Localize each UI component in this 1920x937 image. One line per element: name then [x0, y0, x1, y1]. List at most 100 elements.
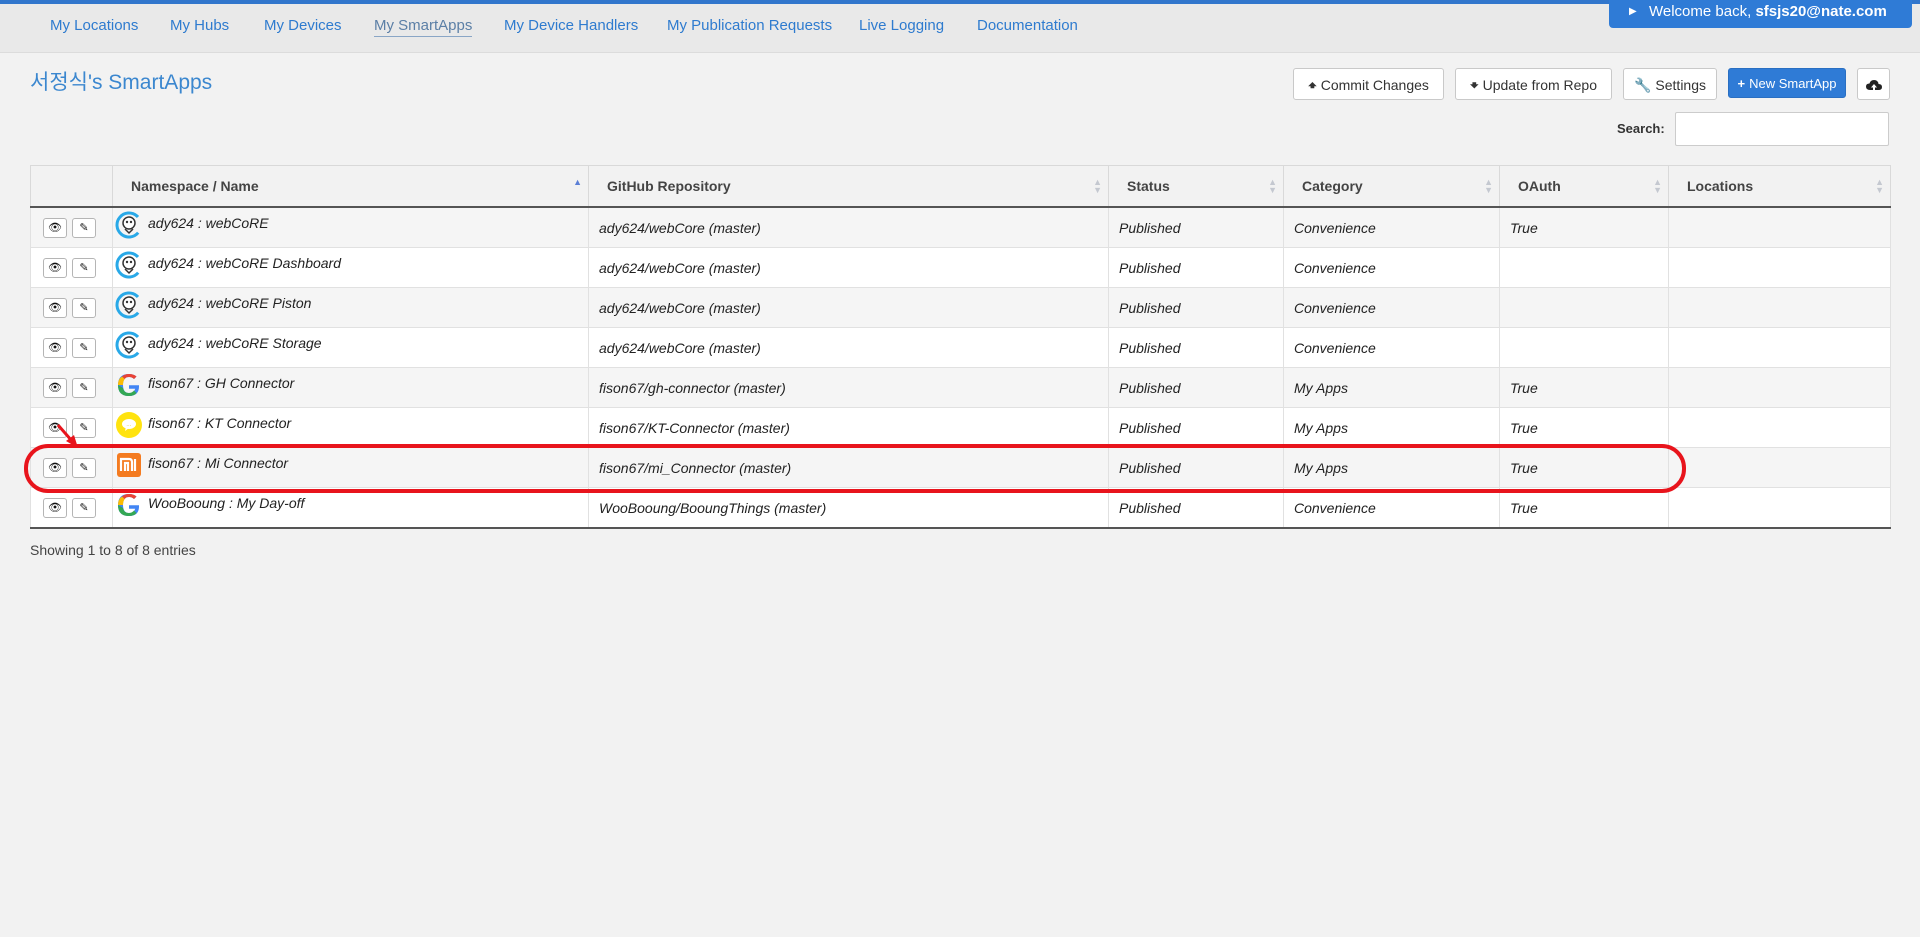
- col-header-locations-label: Locations: [1687, 178, 1754, 194]
- edit-icon[interactable]: ✎: [72, 257, 96, 278]
- nav-my-smartapps[interactable]: My SmartApps: [374, 17, 473, 37]
- view-eye-icon[interactable]: 👁: [43, 257, 67, 278]
- view-eye-icon[interactable]: 👁: [43, 337, 67, 358]
- edit-icon[interactable]: ✎: [72, 377, 96, 398]
- edit-icon[interactable]: ✎: [72, 417, 96, 438]
- table-row: 👁 ✎ ady624 : webCoRE Piston ady624/webCore …: [30, 287, 1891, 328]
- nav-documentation[interactable]: Documentation: [977, 17, 1078, 34]
- page-title: 서정식's SmartApps: [30, 71, 213, 94]
- col-header-name[interactable]: Namespace / Name ▲: [112, 165, 589, 208]
- col-header-locations[interactable]: Locations ▲ ▼: [1668, 165, 1891, 208]
- cell-category: Convenience: [1283, 487, 1500, 529]
- view-eye-icon[interactable]: 👁: [43, 297, 67, 318]
- cell-category: Convenience: [1283, 327, 1500, 368]
- cell-status: Published: [1108, 447, 1284, 488]
- cell-status: Published: [1108, 206, 1284, 248]
- commit-changes-button[interactable]: 🠹 Commit Changes: [1293, 68, 1444, 100]
- col-header-category-label: Category: [1302, 178, 1363, 194]
- view-eye-icon[interactable]: 👁: [43, 417, 67, 438]
- app-name-link[interactable]: ady624 : webCoRE Storage: [148, 335, 322, 351]
- cell-status: Published: [1108, 487, 1284, 529]
- xiaomi-logo-icon: [115, 451, 143, 479]
- cell-locations: [1668, 407, 1891, 448]
- cell-status: Published: [1108, 287, 1284, 328]
- search-input[interactable]: [1675, 112, 1889, 146]
- app-name-link[interactable]: ady624 : webCoRE Piston: [148, 295, 311, 311]
- row-actions: 👁 ✎: [30, 247, 113, 288]
- view-eye-icon[interactable]: 👁: [43, 457, 67, 478]
- cell-category: My Apps: [1283, 407, 1500, 448]
- view-eye-icon[interactable]: 👁: [43, 497, 67, 518]
- cell-category: Convenience: [1283, 247, 1500, 288]
- chat-bubble-logo-icon: …: [115, 411, 143, 439]
- nav-my-locations[interactable]: My Locations: [50, 17, 138, 34]
- cell-status: Published: [1108, 367, 1284, 408]
- cell-oauth: [1499, 327, 1669, 368]
- cell-repo: ady624/webCore (master): [588, 206, 1109, 248]
- cloud-upload-button[interactable]: [1857, 68, 1890, 100]
- table-row: 👁 ✎ … fison67 : KT Connector fison67/KT-Conn…: [30, 407, 1891, 448]
- cell-category: Convenience: [1283, 287, 1500, 328]
- update-from-repo-button[interactable]: 🠻 Update from Repo: [1455, 68, 1612, 100]
- table-row: 👁 ✎ ady624 : webCoRE ady624/webCore (master…: [30, 206, 1891, 248]
- table-body: 👁 ✎ ady624 : webCoRE ady624/webCore (master…: [30, 206, 1891, 529]
- app-name-link[interactable]: fison67 : KT Connector: [148, 415, 291, 431]
- app-name-link[interactable]: WooBooung : My Day-off: [148, 495, 304, 511]
- nav-live-logging[interactable]: Live Logging: [859, 17, 944, 34]
- col-header-category[interactable]: Category ▲ ▼: [1283, 165, 1500, 208]
- app-name-link[interactable]: fison67 : GH Connector: [148, 375, 294, 391]
- edit-icon[interactable]: ✎: [72, 497, 96, 518]
- nav-my-hubs[interactable]: My Hubs: [170, 17, 229, 34]
- update-from-repo-label: Update from Repo: [1482, 77, 1598, 93]
- cell-category: My Apps: [1283, 447, 1500, 488]
- plus-icon: +: [1737, 76, 1746, 91]
- col-header-status[interactable]: Status ▲ ▼: [1108, 165, 1284, 208]
- cell-name: ady624 : webCoRE Piston: [112, 287, 589, 328]
- col-header-oauth-label: OAuth: [1518, 178, 1561, 194]
- sort-both-icon: ▲ ▼: [1484, 177, 1493, 195]
- col-header-status-label: Status: [1127, 178, 1170, 194]
- settings-button[interactable]: 🔧 Settings: [1623, 68, 1717, 100]
- col-header-repo-label: GitHub Repository: [607, 178, 731, 194]
- settings-label: Settings: [1655, 77, 1707, 93]
- cell-locations: [1668, 206, 1891, 248]
- app-name-link[interactable]: ady624 : webCoRE Dashboard: [148, 255, 341, 271]
- edit-icon[interactable]: ✎: [72, 457, 96, 478]
- row-actions: 👁 ✎: [30, 287, 113, 328]
- actions-header: [30, 165, 113, 208]
- col-header-oauth[interactable]: OAuth ▲ ▼: [1499, 165, 1669, 208]
- new-smartapp-label: New SmartApp: [1749, 76, 1837, 91]
- welcome-user: sfsjs20@nate.com: [1755, 3, 1887, 20]
- view-eye-icon[interactable]: 👁: [43, 217, 67, 238]
- edit-icon[interactable]: ✎: [72, 337, 96, 358]
- col-header-name-label: Namespace / Name: [131, 178, 259, 194]
- cell-name: ady624 : webCoRE Storage: [112, 327, 589, 368]
- cell-name: fison67 : Mi Connector: [112, 447, 589, 488]
- sort-both-icon: ▲ ▼: [1875, 177, 1884, 195]
- cell-status: Published: [1108, 247, 1284, 288]
- cell-repo: fison67/KT-Connector (master): [588, 407, 1109, 448]
- cell-locations: [1668, 287, 1891, 328]
- cell-locations: [1668, 487, 1891, 529]
- col-header-repo[interactable]: GitHub Repository ▲ ▼: [588, 165, 1109, 208]
- new-smartapp-button[interactable]: + New SmartApp: [1728, 68, 1846, 98]
- search-label: Search:: [1617, 121, 1665, 136]
- nav-my-device-handlers[interactable]: My Device Handlers: [504, 17, 638, 34]
- app-name-link[interactable]: ady624 : webCoRE: [148, 215, 269, 231]
- sort-both-icon: ▲ ▼: [1093, 177, 1102, 195]
- table-row: 👁 ✎ ady624 : webCoRE Dashboard ady624/webCo…: [30, 247, 1891, 288]
- nav-my-publication-requests[interactable]: My Publication Requests: [667, 17, 832, 34]
- cell-locations: [1668, 447, 1891, 488]
- view-eye-icon[interactable]: 👁: [43, 377, 67, 398]
- row-actions: 👁 ✎: [30, 367, 113, 408]
- app-name-link[interactable]: fison67 : Mi Connector: [148, 455, 288, 471]
- edit-icon[interactable]: ✎: [72, 297, 96, 318]
- user-menu-button[interactable]: ▶ Welcome back, sfsjs20@nate.com: [1609, 0, 1912, 28]
- commit-changes-label: Commit Changes: [1320, 77, 1429, 93]
- wrench-icon: 🔧: [1633, 77, 1652, 93]
- table-info: Showing 1 to 8 of 8 entries: [30, 542, 196, 558]
- nav-my-devices[interactable]: My Devices: [264, 17, 342, 34]
- cell-locations: [1668, 247, 1891, 288]
- edit-icon[interactable]: ✎: [72, 217, 96, 238]
- cell-oauth: [1499, 247, 1669, 288]
